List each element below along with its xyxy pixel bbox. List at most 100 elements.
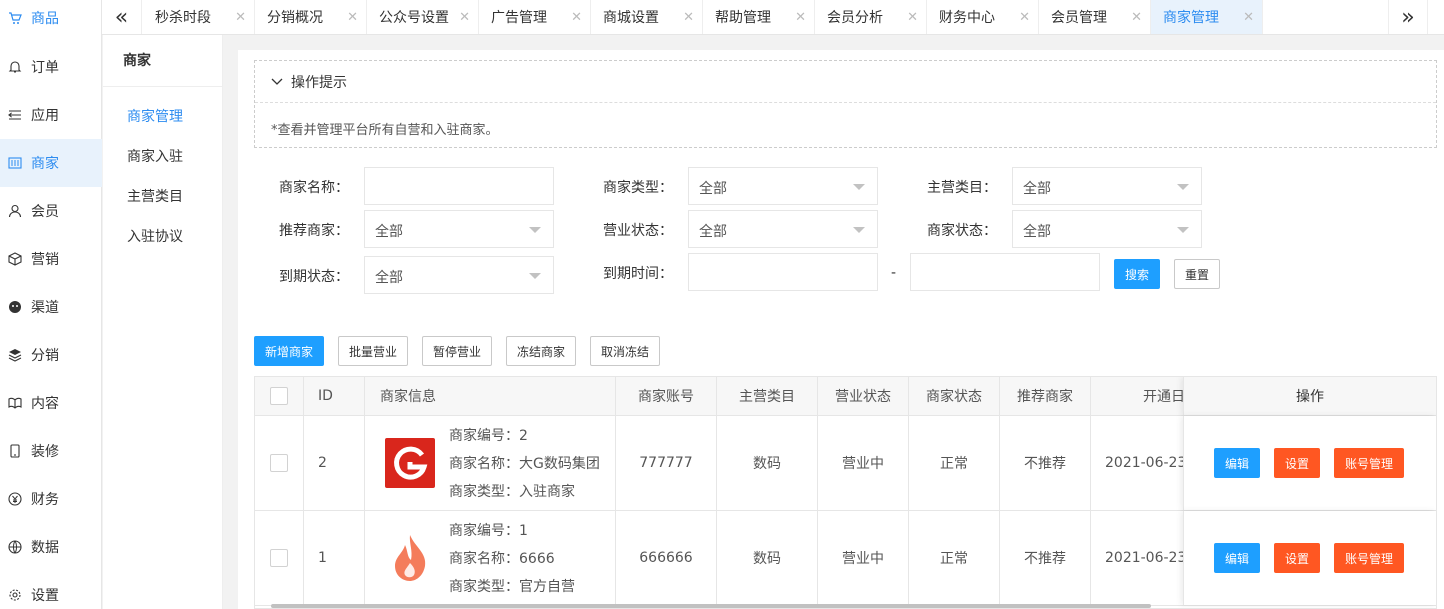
table-row: 1 商家编号：1 商家名称：6666 商家类型：官方自营 666666 数码 营… (255, 511, 1436, 606)
chat-icon (8, 300, 22, 314)
reset-button[interactable]: 重置 (1174, 259, 1220, 289)
row-id: 2 (304, 416, 365, 510)
tab-help[interactable]: 帮助管理 ✕ (703, 0, 815, 34)
expire-status-select[interactable]: 全部 (364, 256, 554, 294)
row-select-cell (255, 416, 304, 510)
header-id: ID (304, 377, 365, 415)
close-icon[interactable]: ✕ (235, 10, 246, 25)
layers-icon (8, 348, 22, 362)
nav-label: 设置 (31, 588, 59, 604)
expire-end-date-input[interactable] (910, 253, 1100, 291)
nav-item-settings[interactable]: 设置 (0, 571, 102, 609)
nav-item-goods[interactable]: 商品 (0, 0, 102, 42)
yen-icon (8, 492, 22, 506)
row-account: 666666 (616, 511, 717, 605)
pause-business-button[interactable]: 暂停营业 (422, 336, 492, 366)
recommend-select[interactable]: 全部 (364, 210, 554, 248)
merchant-type-select[interactable]: 全部 (688, 167, 878, 205)
close-icon[interactable]: ✕ (1131, 10, 1142, 25)
main-category-select[interactable]: 全部 (1012, 167, 1202, 205)
tab-finance-center[interactable]: 财务中心 ✕ (927, 0, 1039, 34)
nav-item-merchants[interactable]: 商家 (0, 139, 102, 187)
account-management-button[interactable]: 账号管理 (1334, 543, 1404, 573)
nav-label: 营销 (31, 252, 59, 268)
close-icon[interactable]: ✕ (459, 10, 470, 25)
tabs-scroll-right-icon[interactable]: » (1388, 0, 1428, 34)
merchant-type-label: 商家类型： (603, 180, 673, 196)
nav-item-marketing[interactable]: 营销 (0, 235, 102, 283)
sub-nav-item-main-category[interactable]: 主营类目 (127, 186, 183, 206)
nav-label: 内容 (31, 396, 59, 412)
tab-distribution-overview[interactable]: 分销概况 ✕ (255, 0, 367, 34)
edit-button[interactable]: 编辑 (1214, 448, 1260, 478)
horizontal-scrollbar[interactable] (271, 604, 1151, 608)
nav-item-content[interactable]: 内容 (0, 379, 102, 427)
business-status-select[interactable]: 全部 (688, 210, 878, 248)
header-ops: 操作 (1183, 377, 1436, 415)
nav-item-members[interactable]: 会员 (0, 187, 102, 235)
expire-start-date-input[interactable] (688, 253, 878, 291)
tab-member-management[interactable]: 会员管理 ✕ (1039, 0, 1151, 34)
tab-member-analysis[interactable]: 会员分析 ✕ (815, 0, 927, 34)
tab-seckill[interactable]: 秒杀时段 ✕ (143, 0, 255, 34)
close-icon[interactable]: ✕ (907, 10, 918, 25)
tab-label: 帮助管理 (715, 10, 771, 26)
header-select-all (255, 377, 304, 415)
row-select-cell (255, 511, 304, 605)
sub-nav-item-merchant-management[interactable]: 商家管理 (127, 106, 183, 126)
caret-down-icon (529, 273, 541, 279)
sub-nav-item-entry-agreement[interactable]: 入驻协议 (127, 226, 183, 246)
tab-official-account[interactable]: 公众号设置 ✕ (367, 0, 479, 34)
user-icon (8, 204, 22, 218)
close-icon[interactable]: ✕ (683, 10, 694, 25)
row-ops: 编辑 设置 账号管理 (1183, 416, 1436, 510)
nav-item-distribution[interactable]: 分销 (0, 331, 102, 379)
header-recommend: 推荐商家 (1000, 377, 1091, 415)
close-icon[interactable]: ✕ (1243, 10, 1254, 25)
close-icon[interactable]: ✕ (1019, 10, 1030, 25)
nav-item-decoration[interactable]: 装修 (0, 427, 102, 475)
close-icon[interactable]: ✕ (795, 10, 806, 25)
table-row: 2 商家编号：2 商家名称：大G数码集团 商家类型：入驻商家 777777 数码… (255, 416, 1436, 511)
merchant-name-input[interactable] (364, 167, 554, 205)
row-status: 正常 (909, 416, 1000, 510)
unfreeze-merchant-button[interactable]: 取消冻结 (590, 336, 660, 366)
row-category: 数码 (717, 416, 818, 510)
merchant-info-text: 商家编号：2 商家名称：大G数码集团 商家类型：入驻商家 (449, 422, 600, 506)
tips-header[interactable]: 操作提示 (255, 61, 1436, 103)
settings-button[interactable]: 设置 (1274, 448, 1320, 478)
add-merchant-button[interactable]: 新增商家 (254, 336, 324, 366)
row-checkbox[interactable] (270, 549, 288, 567)
merchant-name-label: 商家名称： (279, 180, 349, 196)
close-icon[interactable]: ✕ (347, 10, 358, 25)
edit-button[interactable]: 编辑 (1214, 543, 1260, 573)
row-status: 正常 (909, 511, 1000, 605)
recommend-label: 推荐商家： (279, 223, 349, 239)
close-icon[interactable]: ✕ (571, 10, 582, 25)
gear-icon (8, 588, 22, 602)
row-business: 营业中 (818, 416, 909, 510)
nav-item-finance[interactable]: 财务 (0, 475, 102, 523)
book-icon (8, 396, 22, 410)
select-all-checkbox[interactable] (270, 387, 288, 405)
nav-item-apps[interactable]: 应用 (0, 91, 102, 139)
search-button[interactable]: 搜索 (1114, 259, 1160, 289)
freeze-merchant-button[interactable]: 冻结商家 (506, 336, 576, 366)
main-nav: 商品 订单 应用 商家 会员 营销 渠道 分销 内容 装修 财务 数据 设置 (0, 0, 102, 609)
tab-mall-settings[interactable]: 商城设置 ✕ (591, 0, 703, 34)
nav-item-orders[interactable]: 订单 (0, 43, 102, 91)
tabs-scroll-left-icon[interactable]: « (102, 0, 142, 34)
settings-button[interactable]: 设置 (1274, 543, 1320, 573)
nav-item-data[interactable]: 数据 (0, 523, 102, 571)
sub-nav-item-merchant-entry[interactable]: 商家入驻 (127, 146, 183, 166)
merchant-info-text: 商家编号：1 商家名称：6666 商家类型：官方自营 (449, 517, 575, 601)
merchant-status-select[interactable]: 全部 (1012, 210, 1202, 248)
account-management-button[interactable]: 账号管理 (1334, 448, 1404, 478)
tab-merchant-management[interactable]: 商家管理 ✕ (1151, 0, 1263, 34)
row-checkbox[interactable] (270, 454, 288, 472)
header-ops-label: 操作 (1296, 389, 1324, 405)
tab-ads[interactable]: 广告管理 ✕ (479, 0, 591, 34)
nav-item-channels[interactable]: 渠道 (0, 283, 102, 331)
batch-open-button[interactable]: 批量营业 (338, 336, 408, 366)
header-status: 商家状态 (909, 377, 1000, 415)
